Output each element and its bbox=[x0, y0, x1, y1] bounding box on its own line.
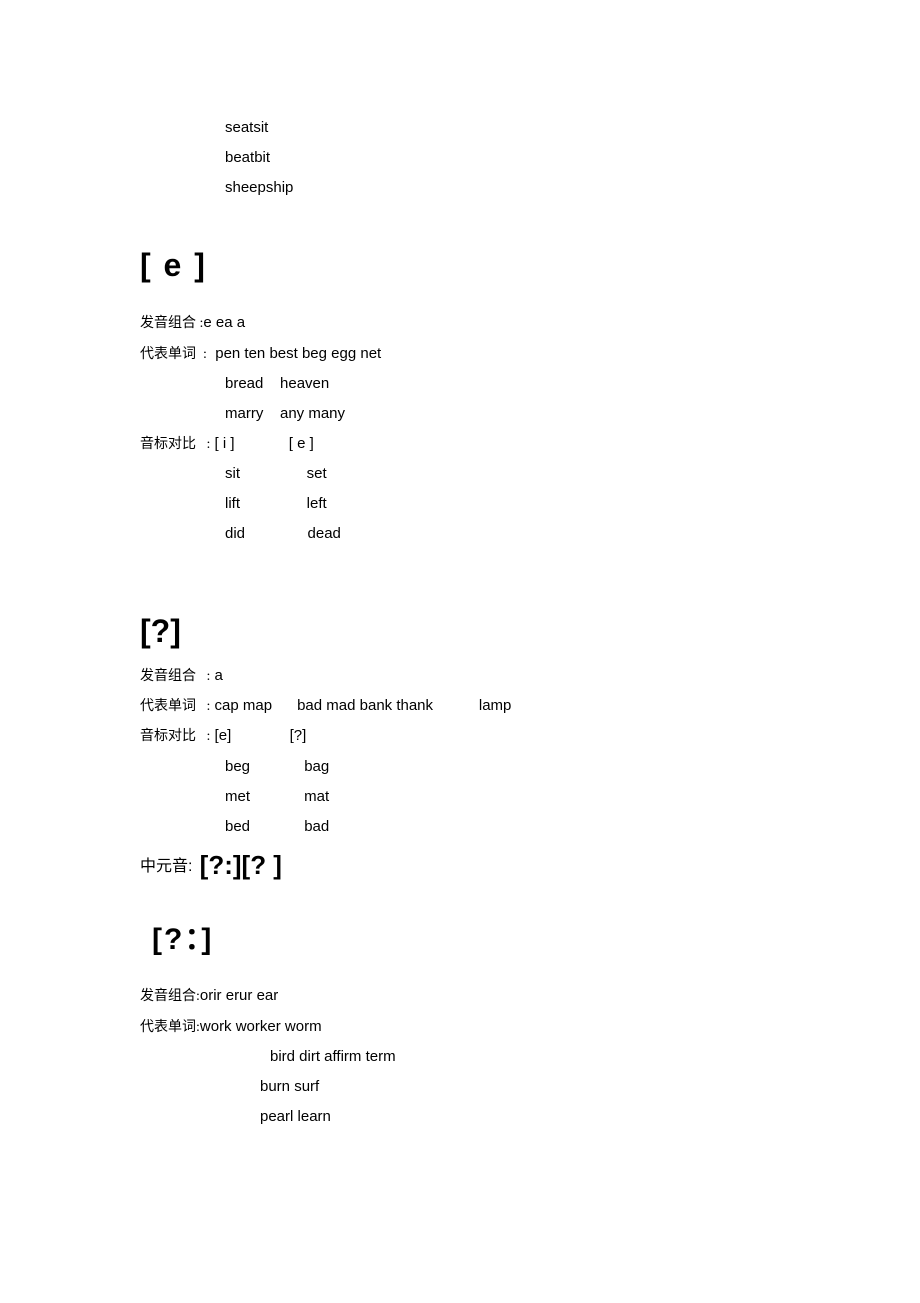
label: 发音组合 : bbox=[140, 669, 210, 684]
schwa-combo-row: 发音组合:orir erur ear bbox=[140, 984, 780, 1008]
ae-compare-row: bed bad bbox=[140, 815, 780, 839]
value: [ i ] [ e ] bbox=[210, 435, 313, 452]
value: [?:][? ] bbox=[192, 850, 282, 880]
mid-vowel-row: 中元音: [?:][? ] bbox=[140, 845, 780, 887]
value: pen ten best beg egg net bbox=[207, 345, 381, 362]
label: 代表单词 : bbox=[140, 699, 210, 714]
e-compare-row: lift left bbox=[140, 492, 780, 516]
ae-compare-row: beg bag bbox=[140, 755, 780, 779]
e-words-row: bread heaven bbox=[140, 372, 780, 396]
schwa-words-row: pearl learn bbox=[140, 1105, 780, 1129]
label: 发音组合 : bbox=[140, 316, 203, 331]
heading-e: [ e ] bbox=[140, 240, 780, 291]
label: 中元音: bbox=[140, 858, 192, 875]
pair-row: seatsit bbox=[140, 116, 780, 140]
pair-row: sheepship bbox=[140, 176, 780, 200]
label: 代表单词: bbox=[140, 1020, 200, 1035]
value: e ea a bbox=[203, 314, 245, 331]
e-compare-row: sit set bbox=[140, 462, 780, 486]
label: 音标对比 : bbox=[140, 437, 210, 452]
ae-combo-row: 发音组合 : a bbox=[140, 664, 780, 688]
e-compare-row: did dead bbox=[140, 522, 780, 546]
value: cap map bad mad bank thank lamp bbox=[210, 697, 511, 714]
value: a bbox=[210, 667, 223, 684]
value: [e] [?] bbox=[210, 727, 306, 744]
ae-compare-row: 音标对比 : [e] [?] bbox=[140, 724, 780, 748]
pair-row: beatbit bbox=[140, 146, 780, 170]
e-combo-row: 发音组合 :e ea a bbox=[140, 311, 780, 335]
schwa-words-row: bird dirt affirm term bbox=[140, 1045, 780, 1069]
e-compare-row: 音标对比 : [ i ] [ e ] bbox=[140, 432, 780, 456]
value: orir erur ear bbox=[200, 987, 278, 1004]
ae-words-row: 代表单词 : cap map bad mad bank thank lamp bbox=[140, 694, 780, 718]
schwa-words-row: 代表单词:work worker worm bbox=[140, 1015, 780, 1039]
e-words-row: 代表单词 : pen ten best beg egg net bbox=[140, 342, 780, 366]
heading-schwa-long: [?：] bbox=[152, 916, 780, 964]
e-words-row: marry any many bbox=[140, 402, 780, 426]
schwa-words-row: burn surf bbox=[140, 1075, 780, 1099]
document-page: seatsit beatbit sheepship [ e ] 发音组合 :e … bbox=[0, 0, 920, 1235]
label: 音标对比 : bbox=[140, 729, 210, 744]
label: 发音组合: bbox=[140, 989, 200, 1004]
heading-ae: [?] bbox=[140, 606, 778, 657]
value: work worker worm bbox=[200, 1018, 322, 1035]
label: 代表单词 : bbox=[140, 347, 207, 362]
ae-compare-row: met mat bbox=[140, 785, 780, 809]
